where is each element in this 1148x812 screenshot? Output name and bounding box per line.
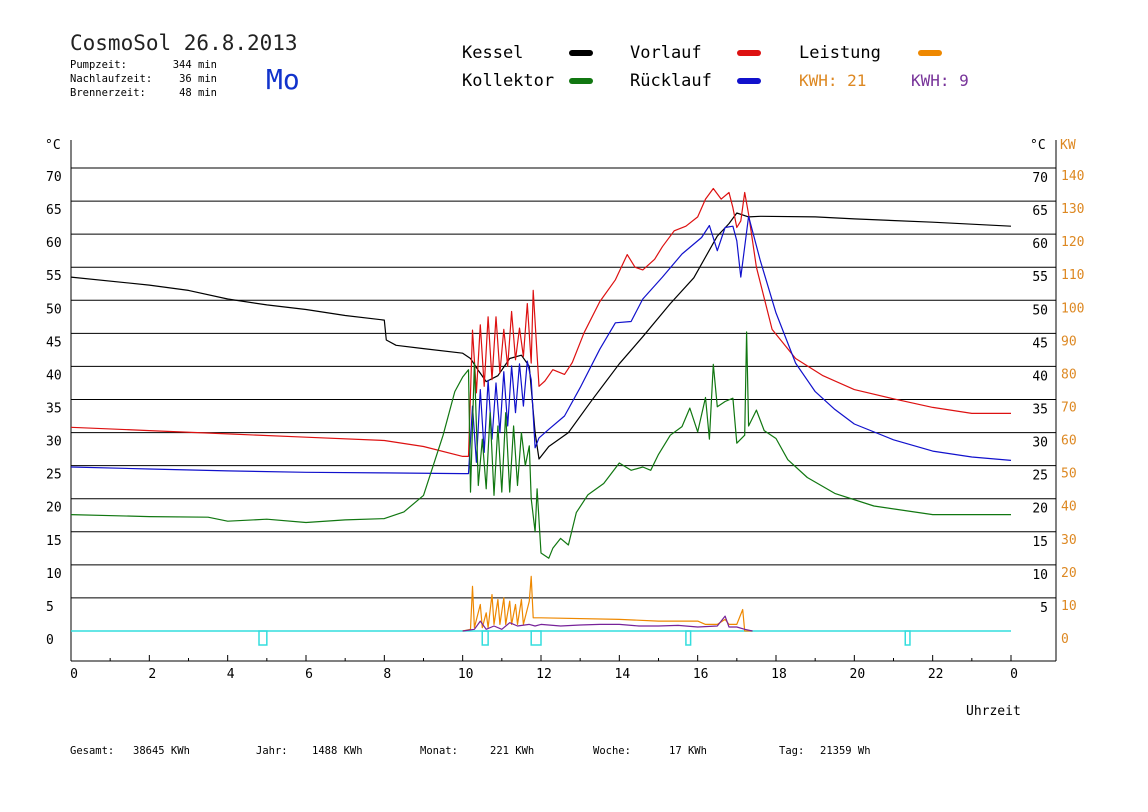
footer-value: 221 KWh — [490, 745, 534, 757]
stat-value: 36 min — [179, 73, 217, 85]
stat-label: Brennerzeit: — [70, 87, 146, 99]
y-tick-label-left: 25 — [46, 468, 62, 483]
y-tick-label-kw: 40 — [1061, 500, 1077, 515]
y-tick-label-right: 40 — [1032, 369, 1048, 384]
pump-block — [685, 630, 692, 646]
footer-label: Tag: — [779, 745, 804, 757]
y-tick-label-kw: 0 — [1061, 632, 1069, 647]
y-tick-label-right: 5 — [1040, 601, 1048, 616]
page-title: CosmoSol 26.8.2013 — [70, 31, 298, 55]
footer-label: Jahr: — [256, 745, 288, 757]
y-tick-label-right: 65 — [1032, 204, 1048, 219]
y-tick-label-kw: 80 — [1061, 367, 1077, 382]
right-kw-unit-label: KW — [1060, 138, 1076, 153]
footer-value: 38645 KWh — [133, 745, 190, 757]
footer-label: Monat: — [420, 745, 458, 757]
y-tick-label-left: 40 — [46, 368, 62, 383]
y-tick-label-left: 45 — [46, 335, 62, 350]
x-tick-label: 12 — [536, 667, 552, 682]
y-tick-label-right: 55 — [1032, 270, 1048, 285]
series-line-vorlauf — [70, 187, 1011, 457]
x-tick-label: 6 — [305, 667, 313, 682]
legend-label: Vorlauf — [630, 43, 702, 63]
legend-label: Kollektor — [462, 71, 554, 91]
chart-canvas: CosmoSol 26.8.2013 Pumpzeit: 344 min Nachla… — [45, 31, 1084, 757]
pump-block — [530, 630, 542, 646]
x-tick-label: 0 — [70, 667, 78, 682]
series-line-ruecklauf — [70, 215, 1012, 475]
y-tick-label-right: 60 — [1032, 237, 1048, 252]
x-tick-label: 10 — [458, 667, 474, 682]
right-unit-label: °C — [1030, 138, 1046, 153]
y-tick-label-kw: 10 — [1061, 599, 1077, 614]
y-tick-label-kw: 90 — [1061, 334, 1077, 349]
x-tick-label: 16 — [693, 667, 709, 682]
y-tick-label-left: 65 — [46, 203, 62, 218]
legend-kwh-solar: KWH: 9 — [911, 71, 969, 90]
y-tick-label-left: 30 — [46, 435, 62, 450]
legend-label: Leistung — [799, 43, 881, 63]
y-tick-label-kw: 50 — [1061, 467, 1077, 482]
footer-label: Woche: — [593, 745, 631, 757]
footer-label: Gesamt: — [70, 745, 114, 757]
footer-value: 17 KWh — [669, 745, 707, 757]
pump-block — [481, 630, 489, 646]
y-tick-label-kw: 20 — [1061, 566, 1077, 581]
y-tick-label-right: 10 — [1032, 568, 1048, 583]
series-line-leistung — [462, 575, 753, 632]
stat-label: Pumpzeit: — [70, 59, 127, 71]
y-tick-label-right: 30 — [1032, 436, 1048, 451]
y-tick-label-right: 15 — [1032, 535, 1048, 550]
x-tick-label: 8 — [383, 667, 391, 682]
y-tick-label-right: 50 — [1032, 303, 1048, 318]
y-tick-label-left: 70 — [46, 170, 62, 185]
x-tick-label: 2 — [148, 667, 156, 682]
y-tick-label-kw: 100 — [1061, 301, 1084, 316]
y-tick-label-left: 20 — [46, 501, 62, 516]
y-tick-label-kw: 30 — [1061, 533, 1077, 548]
y-tick-label-left: 50 — [46, 302, 62, 317]
y-tick-label-kw: 140 — [1061, 169, 1084, 184]
x-tick-label: 20 — [850, 667, 866, 682]
x-tick-label: 0 — [1010, 667, 1018, 682]
x-tick-label: 14 — [615, 667, 631, 682]
y-tick-label-right: 20 — [1032, 502, 1048, 517]
y-tick-label-kw: 130 — [1061, 202, 1084, 217]
y-tick-label-right: 35 — [1032, 403, 1048, 418]
y-tick-label-left: 60 — [46, 236, 62, 251]
day-label: Mo — [266, 63, 300, 96]
y-tick-label-right: 25 — [1032, 469, 1048, 484]
x-axis-label: Uhrzeit — [966, 704, 1021, 719]
stat-value: 344 min — [173, 59, 217, 71]
y-tick-label-left: 35 — [46, 402, 62, 417]
y-tick-label-right: 45 — [1032, 336, 1048, 351]
stat-label: Nachlaufzeit: — [70, 73, 152, 85]
x-tick-label: 4 — [227, 667, 235, 682]
y-tick-label-right: 70 — [1032, 171, 1048, 186]
y-tick-label-left: 15 — [46, 534, 62, 549]
left-unit-label: °C — [45, 138, 61, 153]
y-tick-label-left: 5 — [46, 600, 54, 615]
legend-label: Rücklauf — [630, 71, 712, 91]
y-tick-label-left: 0 — [46, 633, 54, 648]
y-tick-label-left: 55 — [46, 269, 62, 284]
x-tick-label: 22 — [928, 667, 944, 682]
y-tick-label-left: 10 — [46, 567, 62, 582]
pump-block — [258, 630, 268, 646]
y-tick-label-kw: 120 — [1061, 235, 1084, 250]
y-tick-label-kw: 70 — [1061, 401, 1077, 416]
series-line-kessel — [70, 212, 1012, 460]
legend-kwh-total: KWH: 21 — [799, 71, 866, 90]
pump-block — [904, 630, 911, 646]
y-tick-label-kw: 60 — [1061, 434, 1077, 449]
stat-value: 48 min — [179, 87, 217, 99]
footer-value: 1488 KWh — [312, 745, 363, 757]
footer-value: 21359 Wh — [820, 745, 871, 757]
x-tick-label: 18 — [771, 667, 787, 682]
legend-label: Kessel — [462, 43, 523, 63]
y-tick-label-kw: 110 — [1061, 268, 1084, 283]
